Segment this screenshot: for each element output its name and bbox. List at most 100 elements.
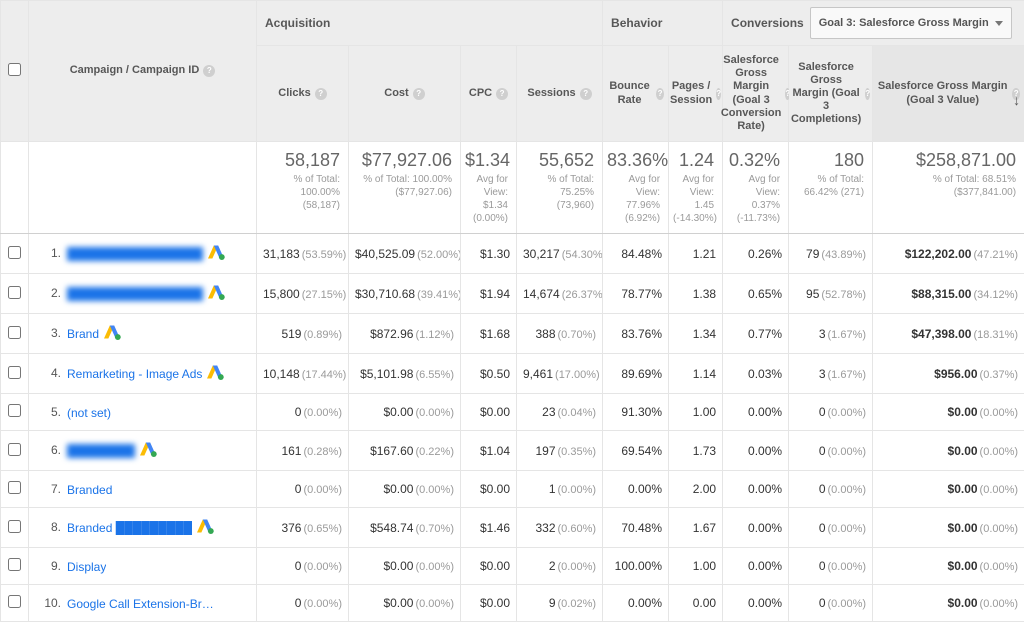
campaign-link[interactable]: Branded █████████ [67, 521, 192, 535]
totals-empty [29, 142, 257, 234]
cell-completions-value: 0 [819, 521, 826, 535]
campaign-link[interactable]: Branded [67, 483, 112, 497]
cell-pps-value: 1.00 [693, 405, 716, 419]
col-value[interactable]: Salesforce Gross Margin (Goal 3 Value) ?… [873, 46, 1024, 142]
cell-clicks: 10,148(17.44%) [257, 354, 349, 394]
google-ads-icon [206, 364, 224, 383]
cell-clicks-value: 0 [295, 482, 302, 496]
totals-rate-value: 0.32% [727, 150, 780, 171]
cell-value-value: $47,398.00 [911, 327, 971, 341]
cell-cost: $5,101.98(6.55%) [349, 354, 461, 394]
totals-bounce: 83.36% Avg for View: 77.96% (6.92%) [603, 142, 669, 234]
sort-descending-icon: ↓ [1013, 93, 1020, 107]
cell-value: $47,398.00(18.31%) [873, 314, 1024, 354]
row-checkbox[interactable] [8, 595, 21, 608]
cell-cpc-value: $0.00 [480, 596, 510, 610]
row-select-cell[interactable] [1, 548, 29, 585]
totals-completions: 180 % of Total: 66.42% (271) [789, 142, 873, 234]
col-conversion-rate[interactable]: Salesforce Gross Margin (Goal 3 Conversi… [723, 46, 789, 142]
campaign-link[interactable]: Brand [67, 327, 99, 341]
cell-clicks-pct: (53.59%) [302, 249, 347, 261]
col-bounce-rate[interactable]: Bounce Rate ? [603, 46, 669, 142]
campaign-link[interactable]: Google Call Extension-Brand [67, 597, 217, 611]
campaign-link[interactable]: Remarketing - Image Ads [67, 367, 202, 381]
select-all-cell[interactable] [1, 1, 29, 142]
cell-bounce: 0.00% [603, 585, 669, 622]
col-clicks[interactable]: Clicks ? [257, 46, 349, 142]
group-behavior: Behavior [603, 1, 723, 46]
row-select-cell[interactable] [1, 234, 29, 274]
help-icon[interactable]: ? [315, 88, 327, 100]
select-all-checkbox[interactable] [8, 63, 21, 76]
cell-pps-value: 1.21 [693, 247, 716, 261]
cell-clicks-value: 10,148 [263, 367, 300, 381]
campaign-link[interactable]: Display [67, 560, 106, 574]
col-pages-per-session[interactable]: Pages / Session ? [669, 46, 723, 142]
cell-bounce: 83.76% [603, 314, 669, 354]
help-icon[interactable]: ? [865, 88, 870, 100]
help-icon[interactable]: ? [203, 65, 215, 77]
row-select-cell[interactable] [1, 508, 29, 548]
row-select-cell[interactable] [1, 431, 29, 471]
cell-sessions-value: 9,461 [523, 367, 553, 381]
help-icon[interactable]: ? [580, 88, 592, 100]
cell-completions-value: 0 [819, 559, 826, 573]
row-checkbox[interactable] [8, 366, 21, 379]
cell-clicks-value: 31,183 [263, 247, 300, 261]
col-cpc[interactable]: CPC ? [461, 46, 517, 142]
row-select-cell[interactable] [1, 585, 29, 622]
conversion-goal-selector[interactable]: Goal 3: Salesforce Gross Margin [810, 7, 1012, 39]
row-checkbox[interactable] [8, 326, 21, 339]
row-select-cell[interactable] [1, 314, 29, 354]
totals-clicks-sub: % of Total: 100.00% (58,187) [261, 173, 340, 212]
cell-sessions: 1(0.00%) [517, 471, 603, 508]
row-checkbox[interactable] [8, 443, 21, 456]
campaign-link[interactable]: ████████████████ [67, 247, 203, 261]
cell-bounce: 78.77% [603, 274, 669, 314]
col-sessions[interactable]: Sessions ? [517, 46, 603, 142]
cell-sessions-value: 197 [535, 444, 555, 458]
help-icon[interactable]: ? [413, 88, 425, 100]
cell-cost-pct: (1.12%) [415, 329, 454, 341]
campaign-link[interactable]: (not set) [67, 406, 111, 420]
col-clicks-label: Clicks [278, 87, 310, 100]
cell-cost-value: $40,525.09 [355, 247, 415, 261]
row-checkbox[interactable] [8, 481, 21, 494]
row-number: 7. [41, 482, 61, 496]
help-icon[interactable]: ? [656, 88, 664, 100]
cell-sessions: 9(0.02%) [517, 585, 603, 622]
cell-rate-value: 0.77% [748, 327, 782, 341]
cell-sessions-pct: (0.00%) [558, 484, 597, 496]
row-checkbox[interactable] [8, 520, 21, 533]
cell-clicks-value: 519 [281, 327, 301, 341]
totals-value-sub: % of Total: 68.51% ($377,841.00) [877, 173, 1016, 199]
cell-cpc-value: $0.50 [480, 367, 510, 381]
cell-pps: 1.73 [669, 431, 723, 471]
row-checkbox[interactable] [8, 246, 21, 259]
row-select-cell[interactable] [1, 471, 29, 508]
help-icon[interactable]: ? [496, 88, 508, 100]
google-ads-icon [139, 441, 157, 460]
table-row: 10.Google Call Extension-Brand0(0.00%)$0… [1, 585, 1024, 622]
totals-sessions-value: 55,652 [521, 150, 594, 171]
col-completions[interactable]: Salesforce Gross Margin (Goal 3 Completi… [789, 46, 873, 142]
cell-completions-pct: (52.78%) [821, 289, 866, 301]
cell-clicks-value: 0 [295, 596, 302, 610]
campaign-link[interactable]: ████████████████ [67, 287, 203, 301]
row-checkbox[interactable] [8, 558, 21, 571]
cell-sessions: 197(0.35%) [517, 431, 603, 471]
row-select-cell[interactable] [1, 274, 29, 314]
cell-cost-value: $0.00 [383, 559, 413, 573]
row-select-cell[interactable] [1, 354, 29, 394]
campaign-link[interactable]: ████████ [67, 444, 135, 458]
col-cost[interactable]: Cost ? [349, 46, 461, 142]
cell-completions-pct: (0.00%) [828, 523, 867, 535]
table-row: 7.Branded0(0.00%)$0.00(0.00%)$0.001(0.00… [1, 471, 1024, 508]
cell-cpc: $1.94 [461, 274, 517, 314]
cell-clicks-pct: (0.00%) [303, 561, 342, 573]
cell-bounce-value: 83.76% [621, 327, 662, 341]
row-checkbox[interactable] [8, 404, 21, 417]
dimension-header[interactable]: Campaign / Campaign ID ? [29, 1, 257, 142]
row-select-cell[interactable] [1, 394, 29, 431]
row-checkbox[interactable] [8, 286, 21, 299]
